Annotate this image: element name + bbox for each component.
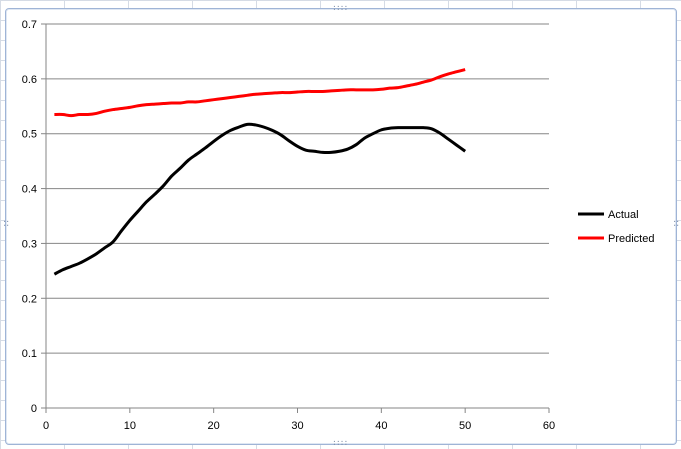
line-chart: 0 0.1 0.2 0.3 0.4 0.5 0.6 0.7 0 10 20 30 40 50 60 Act… [22, 19, 655, 432]
x-tick-label: 30 [291, 420, 303, 432]
x-tick-label: 50 [459, 420, 471, 432]
x-tick-label: 20 [208, 420, 220, 432]
x-tick-label: 40 [375, 420, 387, 432]
x-tick-labels: 0 10 20 30 40 50 60 [43, 420, 555, 432]
y-tick-label: 0 [31, 403, 37, 415]
y-tick-label: 0.1 [22, 348, 37, 360]
legend-label-predicted: Predicted [608, 233, 654, 245]
y-tick-label: 0.3 [22, 238, 37, 250]
y-tick-label: 0.4 [22, 184, 37, 196]
y-tick-label: 0.6 [22, 74, 37, 86]
x-tick-label: 10 [124, 420, 136, 432]
gridlines [46, 23, 549, 354]
legend[interactable]: Actual Predicted [578, 209, 654, 245]
series-line-actual[interactable] [53, 122, 467, 276]
x-tick-label: 0 [43, 420, 49, 432]
series-line-predicted[interactable] [54, 68, 466, 118]
y-tick-label: 0.2 [22, 293, 37, 305]
y-tick-labels: 0 0.1 0.2 0.3 0.4 0.5 0.6 0.7 [22, 19, 37, 415]
axes [41, 23, 550, 413]
y-tick-label: 0.5 [22, 129, 37, 141]
x-tick-label: 60 [543, 420, 555, 432]
legend-label-actual: Actual [608, 209, 639, 221]
y-tick-label: 0.7 [22, 19, 37, 31]
excel-sheet: :::: :::: :: :: 0 0.1 0.2 0.3 0.4 0.5 0.6 0.7 0… [0, 0, 681, 449]
